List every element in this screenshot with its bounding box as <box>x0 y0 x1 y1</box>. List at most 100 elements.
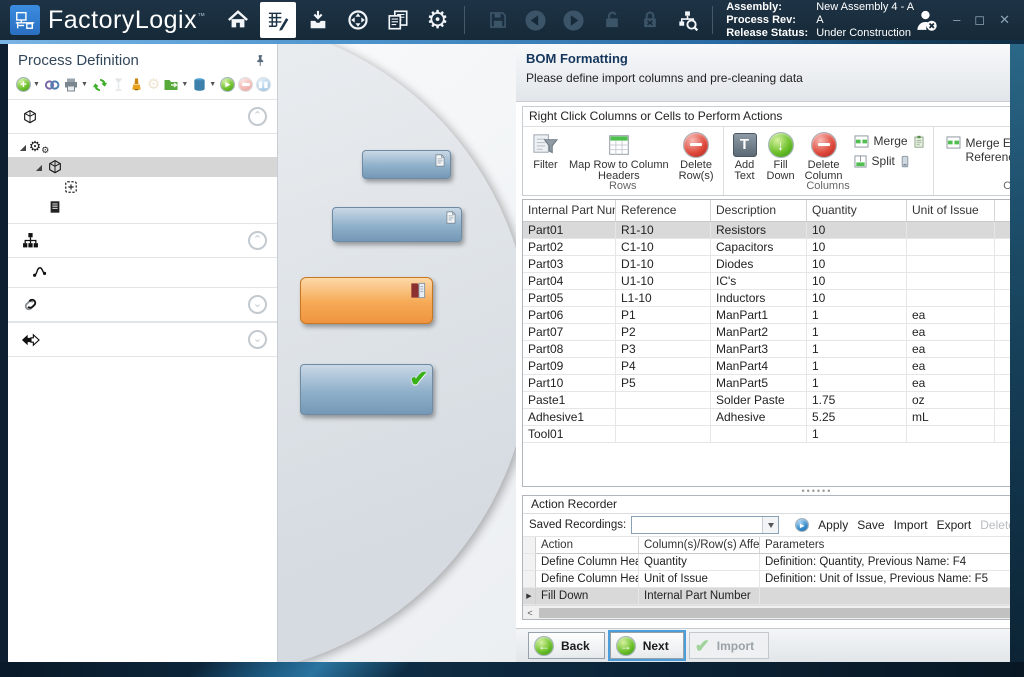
table-row[interactable]: Part08P3ManPart31ea <box>523 341 1024 358</box>
table-cell[interactable] <box>616 392 711 409</box>
table-cell[interactable]: Inductors <box>711 290 807 307</box>
table-cell[interactable]: 1.75 <box>807 392 907 409</box>
table-cell[interactable]: C1-10 <box>616 239 711 256</box>
table-cell[interactable]: P4 <box>616 358 711 375</box>
delete-rows-button[interactable]: Delete Row(s) <box>674 131 719 182</box>
table-cell[interactable]: R1-10 <box>616 222 711 239</box>
close-button[interactable]: ✕ <box>999 15 1010 25</box>
table-cell[interactable]: Part04 <box>523 273 616 290</box>
table-cell[interactable]: ManPart3 <box>711 341 807 358</box>
recorder-column-header[interactable]: Parameters <box>760 537 1024 554</box>
print-icon[interactable] <box>63 76 79 93</box>
recorder-cell[interactable]: Define Column Header <box>536 571 639 588</box>
table-cell[interactable]: ea <box>907 375 995 392</box>
table-cell[interactable]: oz <box>907 392 995 409</box>
expander-icon[interactable]: ◢ <box>34 163 44 172</box>
nav-home-icon[interactable] <box>220 2 256 38</box>
filter-button[interactable]: Filter <box>527 131 564 171</box>
table-cell[interactable]: 5.25 <box>807 409 907 426</box>
add-text-button[interactable]: T Add Text <box>728 131 762 182</box>
table-cell[interactable]: Capacitors <box>711 239 807 256</box>
table-cell[interactable] <box>907 256 995 273</box>
workflow-step-finish-import[interactable]: ✔ <box>300 364 433 415</box>
apply-button[interactable]: Apply <box>818 518 848 532</box>
collapse-down-icon[interactable]: ⌄ <box>248 295 267 314</box>
recorder-cell[interactable]: Unit of Issue <box>639 571 760 588</box>
table-cell[interactable]: Part03 <box>523 256 616 273</box>
split-button[interactable]: Split <box>854 154 925 168</box>
table-row[interactable]: Part01R1-10Resistors10 <box>523 222 1024 239</box>
table-cell[interactable]: Diodes <box>711 256 807 273</box>
table-cell[interactable]: 10 <box>807 273 907 290</box>
nav-settings-gear-icon[interactable]: ⚙ <box>420 2 456 38</box>
merge-button[interactable]: Merge <box>854 134 925 148</box>
table-cell[interactable]: 1 <box>807 358 907 375</box>
save-button[interactable]: Save <box>857 518 884 532</box>
map-row-to-column-headers-button[interactable]: Map Row to Column Headers <box>564 131 674 182</box>
cleanup-brush-icon[interactable] <box>129 76 144 93</box>
delete-column-button[interactable]: Delete Column <box>800 131 848 182</box>
table-cell[interactable]: Part01 <box>523 222 616 239</box>
tool-process-search-icon[interactable] <box>672 4 704 36</box>
table-row[interactable]: Adhesive1 Adhesive5.25mL <box>523 409 1024 426</box>
pane-splitter[interactable]: •••••• <box>516 487 1024 495</box>
table-cell[interactable]: P2 <box>616 324 711 341</box>
table-cell[interactable]: Adhesive <box>711 409 807 426</box>
section-header-reroutes[interactable]: ⌄ <box>8 288 277 322</box>
table-cell[interactable]: Resistors <box>711 222 807 239</box>
table-row[interactable]: Part06P1ManPart11ea <box>523 307 1024 324</box>
table-row[interactable]: Tool01 1 <box>523 426 1024 443</box>
table-row[interactable]: Part03D1-10Diodes10 <box>523 256 1024 273</box>
dropdown-caret-icon[interactable]: ▼ <box>81 81 88 88</box>
table-row[interactable]: Part05L1-10Inductors10 <box>523 290 1024 307</box>
recorder-cell[interactable]: Definition: Unit of Issue, Previous Name… <box>760 571 1024 588</box>
table-cell[interactable]: ManPart5 <box>711 375 807 392</box>
table-row[interactable]: Part04U1-10IC's10 <box>523 273 1024 290</box>
find-related-icon[interactable] <box>44 76 60 93</box>
table-cell[interactable]: L1-10 <box>616 290 711 307</box>
table-cell[interactable]: Part10 <box>523 375 616 392</box>
table-cell[interactable]: Adhesive1 <box>523 409 616 426</box>
recorder-cell[interactable]: Definition: Quantity, Previous Name: F4 <box>760 554 1024 571</box>
table-cell[interactable] <box>907 273 995 290</box>
table-cell[interactable]: ea <box>907 341 995 358</box>
table-row[interactable]: Part02C1-10Capacitors10 <box>523 239 1024 256</box>
table-cell[interactable] <box>907 290 995 307</box>
table-cell[interactable]: Part08 <box>523 341 616 358</box>
collapse-up-icon[interactable]: ⌃ <box>248 107 267 126</box>
table-row[interactable]: Part07P2ManPart21ea <box>523 324 1024 341</box>
table-row[interactable]: Paste1Solder Paste1.75oz <box>523 392 1024 409</box>
recorder-cell[interactable]: Quantity <box>639 554 760 571</box>
workflow-step-bom-formatting[interactable] <box>300 277 433 324</box>
database-small-icon[interactable] <box>192 76 207 93</box>
table-cell[interactable]: 1 <box>807 324 907 341</box>
recorder-cell[interactable]: Internal Part Number <box>639 588 760 605</box>
table-cell[interactable] <box>907 239 995 256</box>
column-header[interactable]: Unit of Issue <box>907 200 995 222</box>
table-cell[interactable]: Solder Paste <box>711 392 807 409</box>
table-cell[interactable]: Tool01 <box>523 426 616 443</box>
table-cell[interactable]: 10 <box>807 222 907 239</box>
table-cell[interactable]: 1 <box>807 307 907 324</box>
table-cell[interactable]: P1 <box>616 307 711 324</box>
dropdown-caret-icon[interactable]: ▼ <box>209 81 216 88</box>
tool-unlock-icon[interactable] <box>596 4 628 36</box>
table-cell[interactable] <box>907 426 995 443</box>
nav-process-definition-icon[interactable] <box>260 2 296 38</box>
gear-small-icon[interactable]: ⚙ <box>147 76 160 93</box>
glass-icon[interactable] <box>111 76 126 93</box>
table-cell[interactable]: mL <box>907 409 995 426</box>
table-cell[interactable]: ea <box>907 307 995 324</box>
table-cell[interactable]: Part07 <box>523 324 616 341</box>
table-cell[interactable]: Part09 <box>523 358 616 375</box>
table-cell[interactable]: U1-10 <box>616 273 711 290</box>
column-header[interactable]: Description <box>711 200 807 222</box>
fill-down-button[interactable]: ↓ Fill Down <box>762 131 800 182</box>
tool-save-icon[interactable] <box>482 4 514 36</box>
expander-icon[interactable]: ◢ <box>18 143 28 152</box>
recorder-cell[interactable]: Fill Down <box>536 588 639 605</box>
next-button[interactable]: → Next <box>610 632 684 659</box>
table-cell[interactable]: 1 <box>807 426 907 443</box>
workflow-step-load-design-files[interactable] <box>362 150 451 179</box>
nav-distribution-icon[interactable] <box>340 2 376 38</box>
